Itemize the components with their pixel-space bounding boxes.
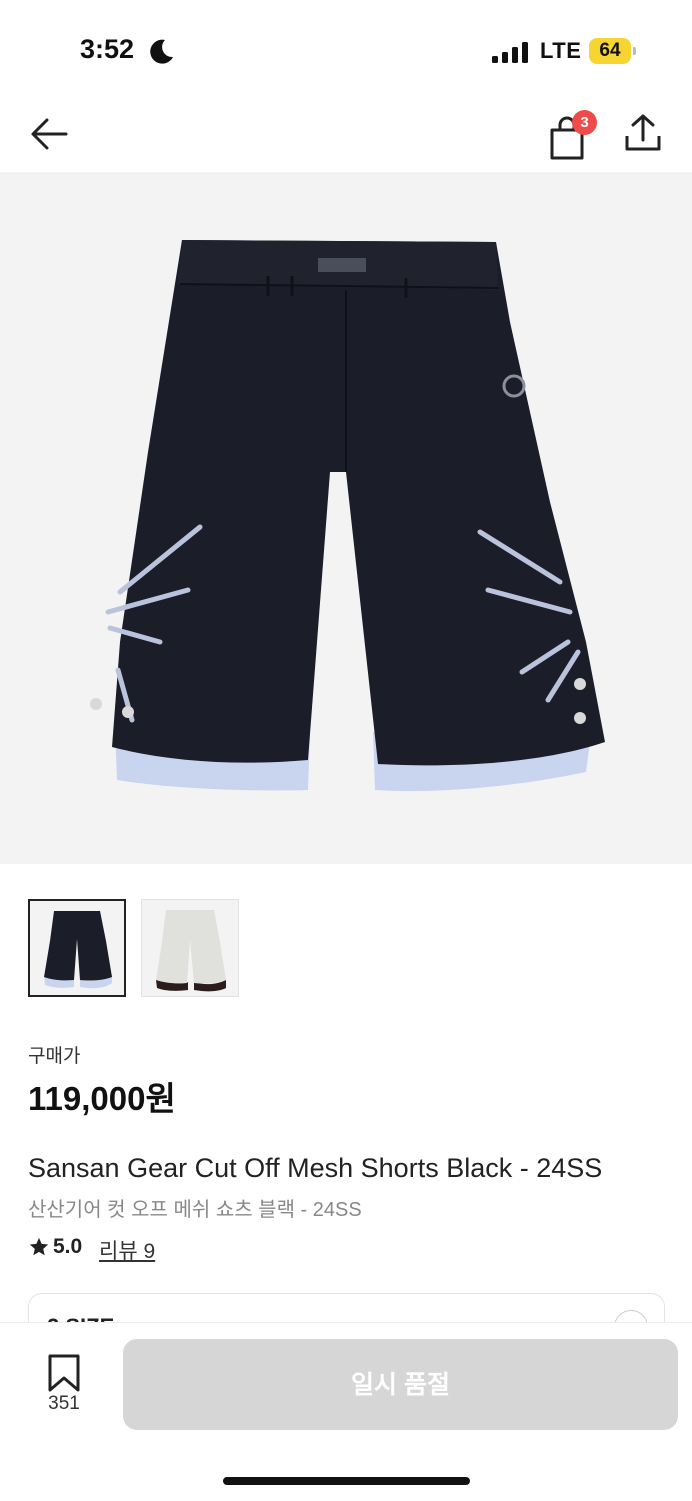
thumbnail-black[interactable]	[28, 899, 126, 997]
rating-value: 5.0	[53, 1235, 83, 1258]
moon-icon	[150, 39, 173, 64]
shorts-illustration	[90, 240, 605, 792]
bookmark-count: 351	[48, 1393, 80, 1414]
battery-level: 64	[599, 40, 621, 61]
cellular-signal-icon	[492, 41, 530, 63]
status-bar: 3:52 LTE 64	[0, 0, 692, 100]
thumbnail-gray[interactable]	[141, 899, 239, 997]
share-icon[interactable]	[622, 112, 664, 154]
cart-count-badge: 3	[572, 110, 597, 135]
star-icon	[29, 1237, 49, 1256]
product-title: Sansan Gear Cut Off Mesh Shorts Black - …	[28, 1153, 603, 1183]
price-label: 구매가	[28, 1046, 81, 1067]
product-image[interactable]	[0, 172, 692, 864]
bookmark-icon[interactable]	[44, 1353, 84, 1393]
network-type: LTE	[540, 38, 582, 63]
thumbnail-gray-image	[156, 910, 226, 992]
sold-out-button[interactable]: 일시 품절	[123, 1339, 678, 1430]
battery-icon: 64	[589, 38, 631, 64]
status-time: 3:52	[80, 34, 135, 64]
product-title-korean: 산산기어 컷 오프 메쉬 쇼츠 블랙 - 24SS	[28, 1199, 362, 1221]
home-indicator	[223, 1477, 470, 1485]
price: 119,000원	[28, 1080, 176, 1117]
reviews-link[interactable]: 리뷰 9	[99, 1235, 155, 1265]
bottom-action-bar: 351 일시 품절	[0, 1322, 692, 1501]
arrow-left-icon[interactable]	[28, 114, 72, 154]
battery-cap	[633, 47, 636, 55]
thumbnail-black-image	[44, 911, 112, 989]
